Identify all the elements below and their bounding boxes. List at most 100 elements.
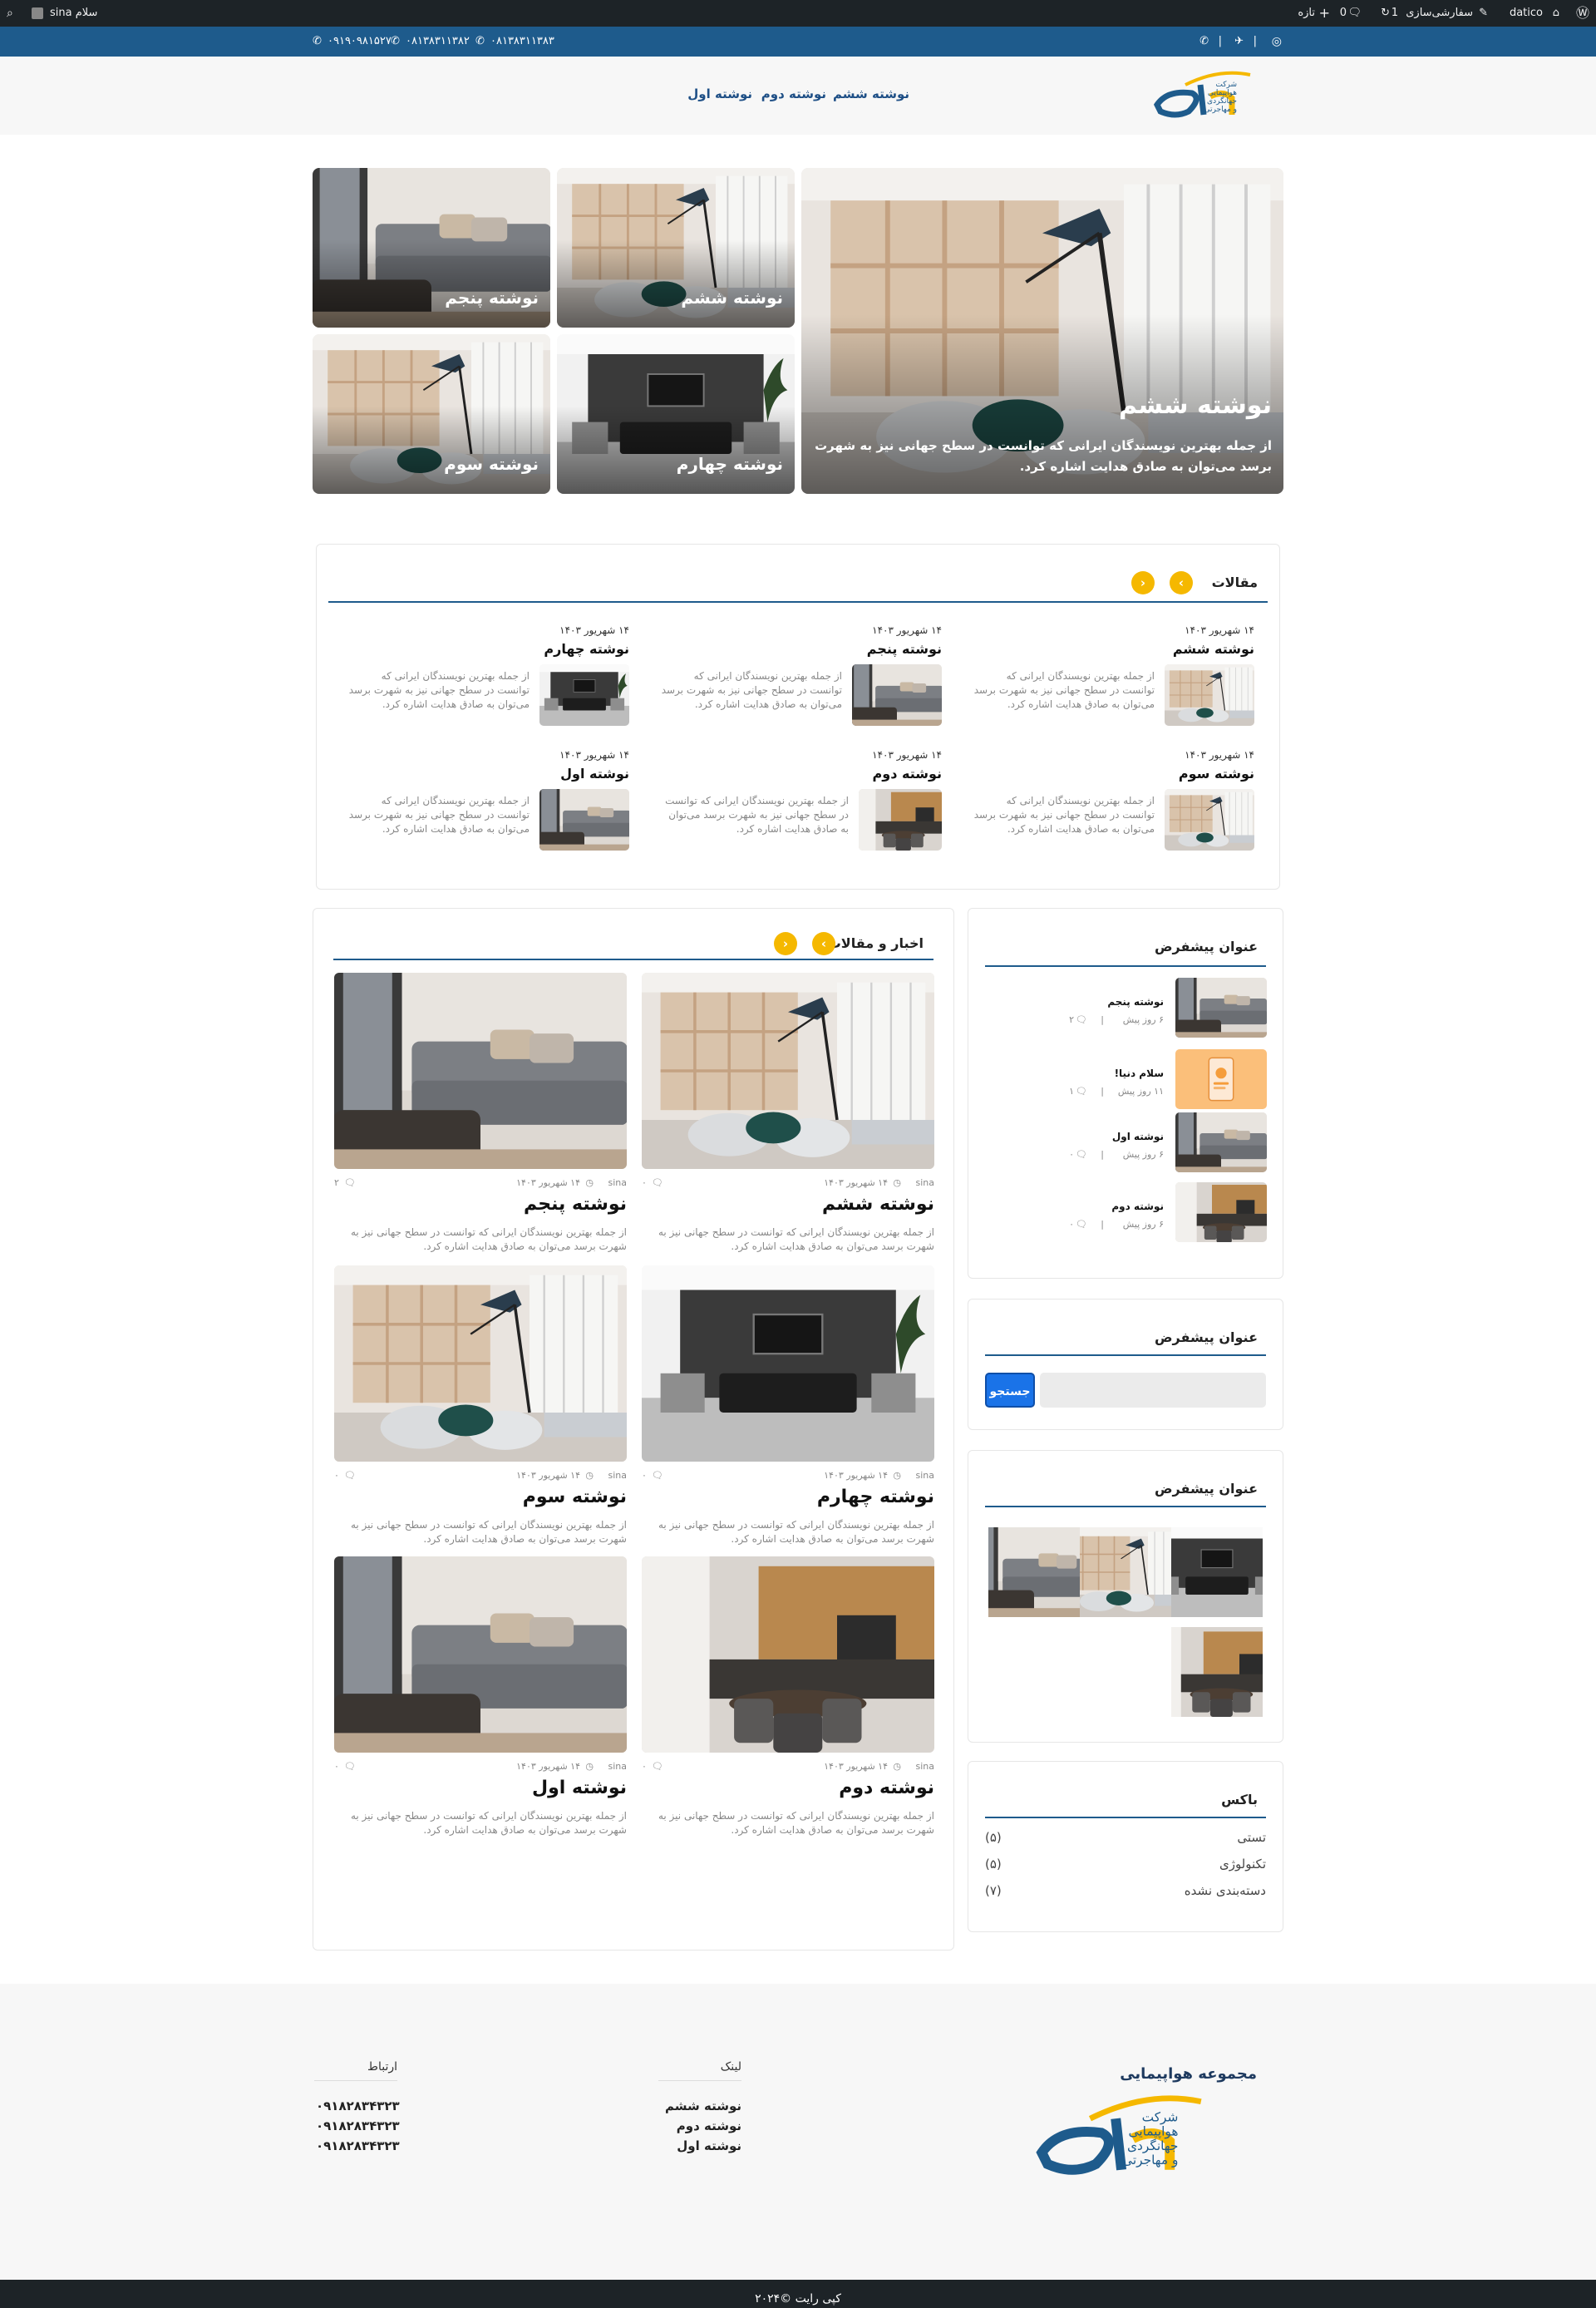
footer-link[interactable]: نوشته دوم xyxy=(677,2118,741,2133)
site-header: شرکت هواپیمایی جهانگردی و مهاجرتی نوشته … xyxy=(0,57,1596,135)
post-comments[interactable]: ۰ xyxy=(334,1470,339,1481)
recent-post-comments: ۱ xyxy=(1069,1086,1074,1097)
article-thumbnail xyxy=(852,664,942,726)
nav-item[interactable]: نوشته اول xyxy=(687,86,752,101)
post-comments[interactable]: ۰ xyxy=(334,1761,339,1772)
post-title[interactable]: نوشته پنجم xyxy=(524,1194,627,1215)
site-name-link[interactable]: datico xyxy=(1510,0,1543,27)
chevron-right-icon[interactable]: › xyxy=(1170,571,1193,594)
hero-featured-post[interactable]: نوشته ششم از جمله بهترین نویسندگان ایران… xyxy=(801,168,1283,494)
telegram-icon[interactable]: ✈ xyxy=(1234,27,1244,57)
footer-phone[interactable]: ۰۹۱۸۲۸۳۴۳۲۳ xyxy=(316,2138,400,2153)
gallery-image[interactable] xyxy=(1171,1627,1263,1717)
post-excerpt: از جمله بهترین نویسندگان ایرانی که توانس… xyxy=(658,1810,934,1836)
chevron-left-icon[interactable]: ‹ xyxy=(1131,571,1155,594)
nav-item[interactable]: نوشته ششم xyxy=(833,86,909,101)
footer-link[interactable]: نوشته اول xyxy=(677,2138,741,2153)
article-card[interactable]: ۱۴ شهریور ۱۴۰۳ نوشته ششم از جمله بهترین … xyxy=(972,624,1254,732)
article-card[interactable]: ۱۴ شهریور ۱۴۰۳ نوشته دوم از جمله بهترین … xyxy=(659,749,942,857)
post-author[interactable]: sina xyxy=(916,1761,935,1772)
post-comments[interactable]: ۰ xyxy=(642,1761,647,1772)
gallery-widget: عنوان پیشفرض xyxy=(968,1450,1283,1743)
footer-logo[interactable]: شرکت هواپیمایی جهانگردی و مهاجرتی xyxy=(1024,2090,1259,2178)
phone-number[interactable]: ۰۸۱۳۸۳۱۱۳۸۳ xyxy=(490,27,554,57)
comments-count[interactable]: 0 xyxy=(1340,0,1347,27)
recent-post-ago: ۶ روز پیش xyxy=(1122,1219,1164,1230)
hero-tile[interactable]: نوشته چهارم xyxy=(557,334,795,494)
chevron-right-icon[interactable]: › xyxy=(812,932,835,955)
recent-post-item[interactable]: نوشته پنجم ۶ روز پیش | 🗨 ۲ xyxy=(984,978,1267,1041)
post-author[interactable]: sina xyxy=(608,1761,628,1772)
gallery-image[interactable] xyxy=(1080,1527,1171,1617)
post-title[interactable]: نوشته دوم xyxy=(839,1778,934,1798)
news-card[interactable]: sina ◷ ۱۴ شهریور ۱۴۰۳ ۰ 🗨 نوشته اول از ج… xyxy=(334,1556,627,1839)
hero-tile[interactable]: نوشته پنجم xyxy=(313,168,550,328)
phone-number[interactable]: ۰۹۱۹۰۹۸۱۵۲۷ xyxy=(328,27,392,57)
plus-icon: + xyxy=(1318,5,1330,21)
news-card[interactable]: sina ◷ ۱۴ شهریور ۱۴۰۳ ۰ 🗨 نوشته دوم از ج… xyxy=(642,1556,934,1839)
search-input[interactable] xyxy=(1040,1373,1266,1408)
logo-line: شرکت xyxy=(1142,2110,1179,2125)
hero-tile[interactable]: نوشته ششم xyxy=(557,168,795,328)
comment-icon: 🗨 xyxy=(652,1470,663,1481)
updates-count[interactable]: 1 xyxy=(1392,0,1398,27)
chevron-left-icon[interactable]: ‹ xyxy=(774,932,797,955)
instagram-icon[interactable]: ◎ xyxy=(1272,27,1282,57)
news-card[interactable]: sina ◷ ۱۴ شهریور ۱۴۰۳ ۰ 🗨 نوشته سوم از ج… xyxy=(334,1265,627,1548)
post-comments[interactable]: ۰ xyxy=(642,1470,647,1481)
site-logo[interactable]: شرکت هواپیمایی جهانگردی و مهاجرتی xyxy=(1152,68,1278,120)
recent-post-item[interactable]: نوشته دوم ۶ روز پیش | 🗨 ۰ xyxy=(984,1182,1267,1245)
article-date: ۱۴ شهریور ۱۴۰۳ xyxy=(1185,624,1254,636)
article-thumbnail xyxy=(859,789,942,851)
news-card[interactable]: sina ◷ ۱۴ شهریور ۱۴۰۳ ۰ 🗨 نوشته چهارم از… xyxy=(642,1265,934,1548)
clock-icon: ◷ xyxy=(585,1761,594,1772)
search-button[interactable]: جستجو xyxy=(985,1373,1035,1408)
admin-greeting[interactable]: سلام sina xyxy=(50,0,97,27)
recent-post-title: نوشته دوم xyxy=(1111,1201,1164,1212)
post-title[interactable]: نوشته چهارم xyxy=(817,1487,934,1507)
post-author[interactable]: sina xyxy=(916,1177,935,1188)
phone-icon: ✆ xyxy=(313,35,322,47)
category-link[interactable]: دسته‌بندی نشده xyxy=(1185,1883,1266,1898)
recent-post-item[interactable]: نوشته اول ۶ روز پیش | 🗨 ۰ xyxy=(984,1112,1267,1176)
clock-icon: ◷ xyxy=(585,1177,594,1188)
category-link[interactable]: تکنولوژی xyxy=(1219,1857,1266,1872)
post-author[interactable]: sina xyxy=(916,1470,935,1481)
post-comments[interactable]: ۲ xyxy=(334,1177,339,1188)
article-card[interactable]: ۱۴ شهریور ۱۴۰۳ نوشته اول از جمله بهترین … xyxy=(347,749,629,857)
comment-icon: 🗨 xyxy=(652,1761,663,1772)
post-author[interactable]: sina xyxy=(608,1177,628,1188)
article-card[interactable]: ۱۴ شهریور ۱۴۰۳ نوشته پنجم از جمله بهترین… xyxy=(659,624,942,732)
recent-post-comments: ۰ xyxy=(1069,1219,1074,1230)
post-title[interactable]: نوشته اول xyxy=(532,1778,627,1798)
category-link[interactable]: تستی xyxy=(1237,1830,1266,1845)
recent-post-item[interactable]: سلام دنیا! ۱۱ روز پیش | 🗨 ۱ xyxy=(984,1049,1267,1112)
article-card[interactable]: ۱۴ شهریور ۱۴۰۳ نوشته چهارم از جمله بهتری… xyxy=(347,624,629,732)
divider: | xyxy=(1101,1219,1104,1230)
post-comments[interactable]: ۰ xyxy=(642,1177,647,1188)
gallery-image[interactable] xyxy=(1171,1527,1263,1617)
phone-number[interactable]: ۰۸۱۳۸۳۱۱۳۸۲ xyxy=(406,27,470,57)
customize-link[interactable]: سفارشی‌سازی xyxy=(1406,0,1473,27)
news-card[interactable]: sina ◷ ۱۴ شهریور ۱۴۰۳ ۰ 🗨 نوشته ششم از ج… xyxy=(642,973,934,1255)
whatsapp-icon[interactable]: ✆ xyxy=(1199,27,1209,57)
news-card[interactable]: sina ◷ ۱۴ شهریور ۱۴۰۳ ۲ 🗨 نوشته پنجم از … xyxy=(334,973,627,1255)
footer-phone[interactable]: ۰۹۱۸۲۸۳۴۳۲۳ xyxy=(316,2098,400,2113)
post-author[interactable]: sina xyxy=(608,1470,628,1481)
admin-bar: ⌕ سلام sina Ⓦ ⌂ datico ✎ سفارشی‌سازی ↻ 1… xyxy=(0,0,1596,27)
recent-post-thumbnail xyxy=(1175,1182,1267,1242)
search-icon[interactable]: ⌕ xyxy=(7,0,13,27)
recent-post-comments: ۰ xyxy=(1069,1149,1074,1160)
footer-phone[interactable]: ۰۹۱۸۲۸۳۴۳۲۳ xyxy=(316,2118,400,2133)
post-title[interactable]: نوشته سوم xyxy=(523,1487,627,1507)
wordpress-icon[interactable]: Ⓦ xyxy=(1576,0,1589,27)
gallery-image[interactable] xyxy=(988,1527,1080,1617)
comment-icon: 🗨 xyxy=(1076,1149,1087,1160)
hero-tile[interactable]: نوشته سوم xyxy=(313,334,550,494)
article-card[interactable]: ۱۴ شهریور ۱۴۰۳ نوشته سوم از جمله بهترین … xyxy=(972,749,1254,857)
nav-item[interactable]: نوشته دوم xyxy=(761,86,826,101)
new-content-link[interactable]: تازه xyxy=(1298,0,1315,27)
category-count: (۷) xyxy=(985,1883,1002,1898)
post-title[interactable]: نوشته ششم xyxy=(822,1194,934,1215)
footer-link[interactable]: نوشته ششم xyxy=(665,2098,741,2113)
